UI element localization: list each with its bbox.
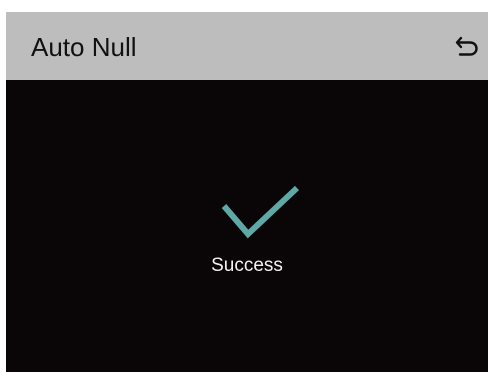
result-panel: Success — [6, 80, 488, 372]
back-button[interactable] — [450, 29, 484, 63]
undo-arrow-icon — [455, 36, 478, 56]
page-title: Auto Null — [31, 32, 137, 62]
checkmark-icon — [221, 185, 300, 239]
title-bar: Auto Null — [6, 12, 488, 80]
success-message: Success — [211, 255, 283, 276]
device-screen: Auto Null Success — [6, 12, 488, 372]
